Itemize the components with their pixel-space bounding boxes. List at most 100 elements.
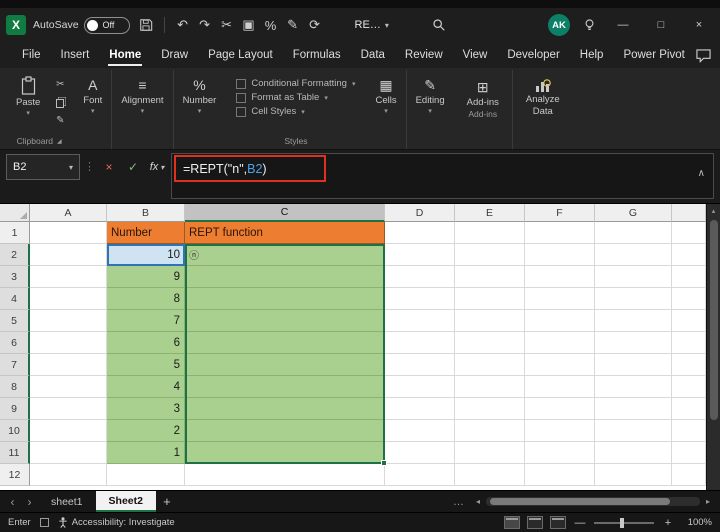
cell-F5[interactable] [525,310,595,332]
ideas-button[interactable] [578,13,600,37]
cell-F7[interactable] [525,354,595,376]
column-header-partial[interactable] [672,204,706,222]
cell-D11[interactable] [385,442,455,464]
column-header-G[interactable]: G [595,204,672,222]
avatar[interactable]: AK [548,14,570,36]
cell-C1[interactable]: REPT function [185,222,385,244]
cell-D8[interactable] [385,376,455,398]
cell-G6[interactable] [595,332,672,354]
row-header-2[interactable]: 2 [0,244,30,266]
row-header-8[interactable]: 8 [0,376,30,398]
redo[interactable]: ↷ [194,13,216,37]
cell-H4[interactable] [672,288,706,310]
new-sheet-button[interactable]: + [156,491,178,512]
collapse-formula-bar-button[interactable]: ∧ [698,168,705,179]
conditional-formatting[interactable]: Conditional Formatting ▾ [234,77,357,90]
cell-D2[interactable] [385,244,455,266]
cell-B4[interactable]: 8 [107,288,185,310]
cell-A6[interactable] [30,332,107,354]
tab-review[interactable]: Review [395,42,453,68]
macro-record-icon[interactable] [40,518,49,527]
cell-H11[interactable] [672,442,706,464]
cell-E7[interactable] [455,354,525,376]
cells-group-button[interactable]: ▦ Cells ▾ [366,70,405,149]
cell-G4[interactable] [595,288,672,310]
cell-G1[interactable] [595,222,672,244]
cell-E4[interactable] [455,288,525,310]
cell-H9[interactable] [672,398,706,420]
font-group-button[interactable]: A Font ▾ [74,70,111,149]
cell-H7[interactable] [672,354,706,376]
row-header-11[interactable]: 11 [0,442,30,464]
cell-H6[interactable] [672,332,706,354]
number-group-button[interactable]: % Number ▾ [173,70,226,149]
tab-view[interactable]: View [453,42,498,68]
cell-F10[interactable] [525,420,595,442]
tab-formulas[interactable]: Formulas [283,42,351,68]
cell-E12[interactable] [455,464,525,486]
cell-B5[interactable]: 7 [107,310,185,332]
sheet-nav-right-button[interactable]: › [21,491,38,512]
tab-page-layout[interactable]: Page Layout [198,42,283,68]
cell-D1[interactable] [385,222,455,244]
sheet-nav-left-button[interactable]: ‹ [4,491,21,512]
cell-C9[interactable] [185,398,385,420]
tab-data[interactable]: Data [351,42,395,68]
cell-C8[interactable] [185,376,385,398]
cell-G12[interactable] [595,464,672,486]
cell-A11[interactable] [30,442,107,464]
horizontal-scrollbar-thumb[interactable] [490,498,670,505]
fill-handle[interactable] [381,460,387,466]
cell-C3[interactable] [185,266,385,288]
cell-C2[interactable]: ⓝ [185,244,385,266]
alignment-group-button[interactable]: ≡ Alignment ▾ [111,70,172,149]
search-button[interactable] [428,13,450,37]
paste-button[interactable]: Paste ▾ [9,72,47,119]
normal-view-button[interactable] [504,516,520,529]
cell-F8[interactable] [525,376,595,398]
tab-draw[interactable]: Draw [151,42,198,68]
cell-C6[interactable] [185,332,385,354]
row-header-5[interactable]: 5 [0,310,30,332]
cell-E3[interactable] [455,266,525,288]
format-painter[interactable]: ✎ [51,112,69,128]
cell-B11[interactable]: 1 [107,442,185,464]
cell-A2[interactable] [30,244,107,266]
cell-styles[interactable]: Cell Styles ▾ [234,105,306,118]
cell-B3[interactable]: 9 [107,266,185,288]
row-header-1[interactable]: 1 [0,222,30,244]
insert-function-button[interactable]: fx ▾ [147,154,167,180]
cell-G10[interactable] [595,420,672,442]
row-header-3[interactable]: 3 [0,266,30,288]
cell-A12[interactable] [30,464,107,486]
analyze-data-button[interactable]: Analyze Data [518,72,568,118]
cell-F12[interactable] [525,464,595,486]
cell-G3[interactable] [595,266,672,288]
tab-power-pivot[interactable]: Power Pivot [613,42,694,68]
scroll-left-button[interactable]: ◂ [472,497,484,506]
cell-B1[interactable]: Number [107,222,185,244]
cell-D6[interactable] [385,332,455,354]
cell-A3[interactable] [30,266,107,288]
cell-B2[interactable]: 10 [107,244,185,266]
cell-A8[interactable] [30,376,107,398]
cell-C4[interactable] [185,288,385,310]
column-header-D[interactable]: D [385,204,455,222]
horizontal-scrollbar-track[interactable] [486,497,700,506]
row-header-4[interactable]: 4 [0,288,30,310]
column-header-F[interactable]: F [525,204,595,222]
cell-G11[interactable] [595,442,672,464]
cell-F6[interactable] [525,332,595,354]
close-button[interactable]: × [684,12,714,38]
column-header-B[interactable]: B [107,204,185,222]
minimize-button[interactable]: — [608,12,638,38]
cell-A9[interactable] [30,398,107,420]
cell-C5[interactable] [185,310,385,332]
row-header-7[interactable]: 7 [0,354,30,376]
cell-A1[interactable] [30,222,107,244]
cell-F11[interactable] [525,442,595,464]
cell-B9[interactable]: 3 [107,398,185,420]
cell-A4[interactable] [30,288,107,310]
undo[interactable]: ↶ [172,13,194,37]
sheet-tab-sheet1[interactable]: sheet1 [38,491,96,512]
